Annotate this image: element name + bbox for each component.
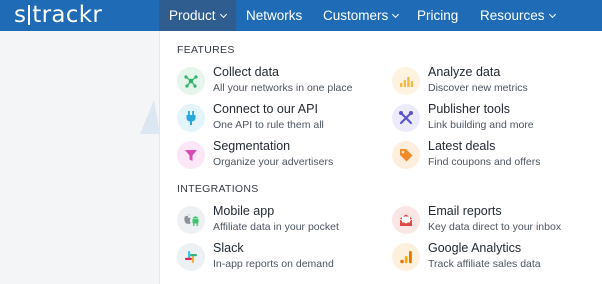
menu-item-title: Slack xyxy=(213,241,244,255)
integrations-heading: INTEGRATIONS xyxy=(177,183,259,195)
menu-item-collect-data[interactable]: Collect data All your networks in one pl… xyxy=(177,65,387,99)
background-decoration xyxy=(140,100,160,134)
slack-icon xyxy=(177,243,205,271)
menu-item-title: Google Analytics xyxy=(428,241,522,255)
menu-item-email-reports[interactable]: Email reports Key data direct to your in… xyxy=(392,204,602,238)
nav-networks[interactable]: Networks xyxy=(236,0,312,31)
nav-customers-label: Customers xyxy=(323,8,389,23)
chevron-down-icon xyxy=(548,10,556,18)
menu-item-title: Publisher tools xyxy=(428,102,510,116)
nav-product-label: Product xyxy=(169,8,216,23)
menu-item-slack[interactable]: Slack In-app reports on demand xyxy=(177,241,387,275)
logo[interactable]: s trackr xyxy=(14,2,102,28)
menu-item-subtitle: Key data direct to your inbox xyxy=(428,221,562,233)
nav-networks-label: Networks xyxy=(246,8,303,23)
features-heading: FEATURES xyxy=(177,44,235,56)
menu-item-subtitle: Link building and more xyxy=(428,119,534,131)
menu-item-title: Latest deals xyxy=(428,139,496,153)
menu-item-subtitle: One API to rule them all xyxy=(213,119,324,131)
page-background xyxy=(0,31,159,284)
menu-item-publisher-tools[interactable]: Publisher tools Link building and more xyxy=(392,102,602,136)
nav-pricing[interactable]: Pricing xyxy=(407,0,468,31)
tools-icon xyxy=(392,104,420,132)
email-icon xyxy=(392,206,420,234)
plug-icon xyxy=(177,104,205,132)
menu-item-latest-deals[interactable]: Latest deals Find coupons and offers xyxy=(392,139,602,173)
menu-item-title: Analyze data xyxy=(428,65,501,79)
menu-item-title: Connect to our API xyxy=(213,102,318,116)
menu-item-connect-api[interactable]: Connect to our API One API to rule them … xyxy=(177,102,387,136)
google-analytics-icon xyxy=(392,243,420,271)
nav-resources-label: Resources xyxy=(480,8,545,23)
nav-product[interactable]: Product xyxy=(159,0,236,31)
menu-item-analyze-data[interactable]: Analyze data Discover new metrics xyxy=(392,65,602,99)
apple-android-icon xyxy=(177,206,205,234)
menu-item-mobile-app[interactable]: Mobile app Affiliate data in your pocket xyxy=(177,204,387,238)
top-nav-bar: s trackr Product Networks Customers Prici… xyxy=(0,0,602,31)
nav-resources[interactable]: Resources xyxy=(470,0,565,31)
nav-customers[interactable]: Customers xyxy=(313,0,408,31)
menu-item-subtitle: Track affiliate sales data xyxy=(428,258,541,270)
product-dropdown-menu: FEATURES Collect data All your networks … xyxy=(159,31,602,284)
menu-item-subtitle: Find coupons and offers xyxy=(428,156,541,168)
chevron-down-icon xyxy=(219,10,227,18)
menu-item-subtitle: Discover new metrics xyxy=(428,82,528,94)
menu-item-title: Segmentation xyxy=(213,139,291,153)
menu-item-google-analytics[interactable]: Google Analytics Track affiliate sales d… xyxy=(392,241,602,275)
nav-pricing-label: Pricing xyxy=(417,8,459,23)
menu-item-title: Collect data xyxy=(213,65,280,79)
menu-item-subtitle: All your networks in one place xyxy=(213,82,353,94)
menu-item-title: Mobile app xyxy=(213,204,275,218)
tag-icon xyxy=(392,141,420,169)
menu-item-subtitle: Organize your advertisers xyxy=(213,156,334,168)
menu-item-subtitle: In-app reports on demand xyxy=(213,258,334,270)
funnel-icon xyxy=(177,141,205,169)
chevron-down-icon xyxy=(392,10,400,18)
menu-item-subtitle: Affiliate data in your pocket xyxy=(213,221,339,233)
bar-chart-icon xyxy=(392,67,420,95)
menu-item-segmentation[interactable]: Segmentation Organize your advertisers xyxy=(177,139,387,173)
menu-item-title: Email reports xyxy=(428,204,502,218)
network-nodes-icon xyxy=(177,67,205,95)
